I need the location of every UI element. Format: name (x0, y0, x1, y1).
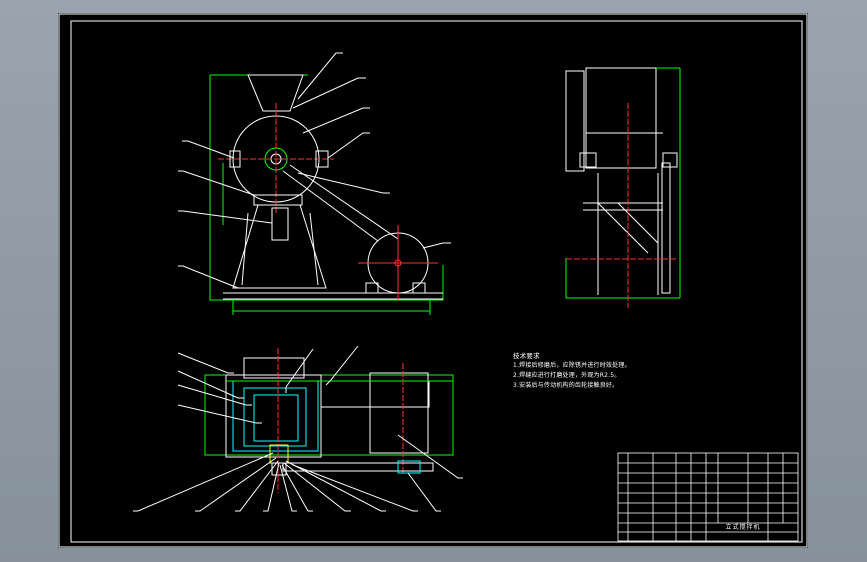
drawing-sheet: 技术要求 1.焊接后修磨后，应除锈并进行时效处理。 2.焊缝应进行打磨处理，外观… (58, 13, 808, 548)
drawing-canvas (58, 13, 808, 548)
tech-req-item-2: 2.焊缝应进行打磨处理，外观为R2.5。 (513, 372, 621, 379)
tech-req-item-1: 1.焊接后修磨后，应除锈并进行时效处理。 (513, 362, 631, 369)
tech-req-item-3: 3.安装后与传动机构的齿轮接触良好。 (513, 382, 619, 389)
drawing-title: 立式搅拌机 (725, 524, 761, 531)
technical-requirements: 技术要求 1.焊接后修磨后，应除锈并进行时效处理。 2.焊缝应进行打磨处理，外观… (513, 351, 683, 391)
tech-req-title: 技术要求 (513, 352, 540, 360)
section-view (133, 345, 463, 512)
inner-frame (70, 20, 803, 543)
cad-viewport[interactable]: 技术要求 1.焊接后修磨后，应除锈并进行时效处理。 2.焊缝应进行打磨处理，外观… (0, 0, 867, 562)
front-view (178, 52, 451, 315)
side-view (565, 67, 681, 308)
title-block (617, 452, 799, 542)
